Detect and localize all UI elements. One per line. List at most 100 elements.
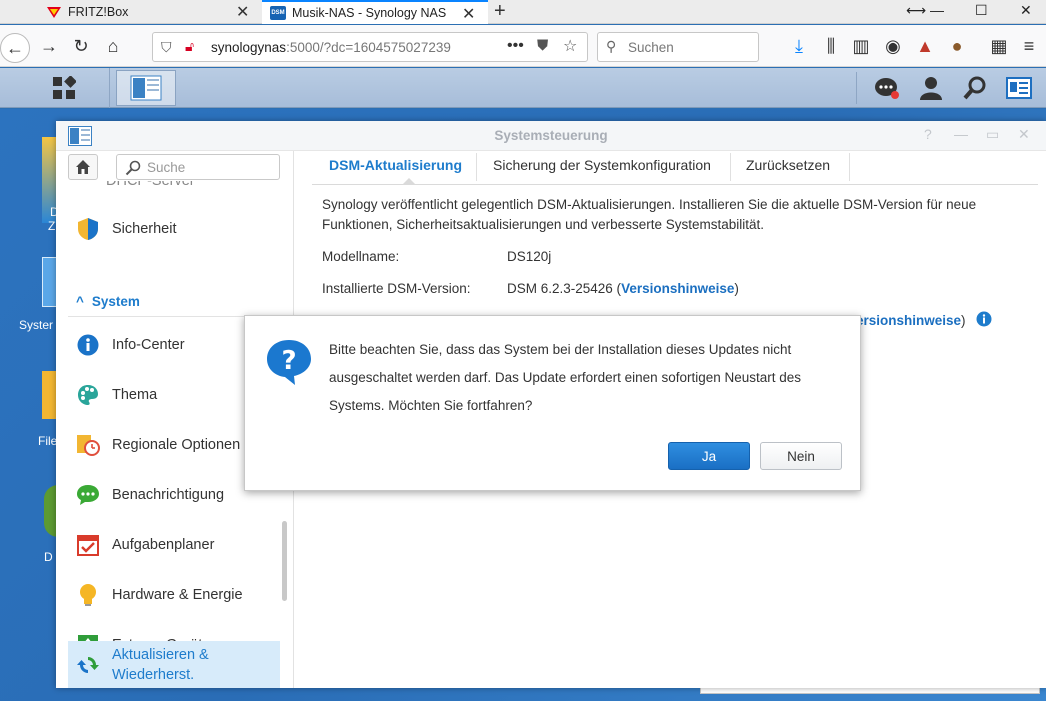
sidebar-scrollbar[interactable]: [282, 521, 287, 601]
browser-tab-fritzbox[interactable]: FRITZ!Box ✕: [36, 0, 260, 24]
taskbar-control-panel[interactable]: [116, 70, 176, 106]
dsm-favicon-icon: DSM: [270, 6, 286, 20]
insecure-lock-icon[interactable]: 🔓︎: [185, 38, 194, 55]
tab-sicherung[interactable]: Sicherung der Systemkonfiguration: [493, 157, 711, 173]
sidebar-item-label: Sicherheit: [112, 221, 177, 237]
widgets-icon[interactable]: [1004, 74, 1034, 102]
grid-icon: [52, 76, 76, 99]
cookie-extension-icon[interactable]: ●: [944, 33, 970, 59]
home-icon[interactable]: ⌂: [100, 33, 126, 59]
menu-icon[interactable]: ≡: [1016, 33, 1042, 59]
url-path: :5000/?dc=1604575027239: [286, 40, 451, 55]
shield-icon: [76, 217, 100, 241]
control-panel-icon: [130, 75, 162, 101]
desktop-label: D: [44, 550, 53, 564]
search-placeholder: Suche: [147, 160, 186, 175]
gift-icon[interactable]: ▦: [986, 33, 1012, 59]
search-input[interactable]: ⚲ Suchen: [597, 32, 759, 62]
browser-tab-synology[interactable]: DSM Musik-NAS - Synology NAS ✕: [262, 0, 488, 24]
sidebar-item-label: Hardware & Energie: [112, 587, 243, 603]
regional-clock-icon: [76, 433, 100, 457]
url-host: synologynas: [211, 40, 287, 55]
back-arrow-icon[interactable]: ←: [0, 33, 30, 63]
main-menu-button[interactable]: [18, 68, 110, 108]
sidebar-item-dhcp-partial[interactable]: DHCP-Server: [76, 181, 276, 191]
sidebar-item-aufgabenplaner[interactable]: Aufgabenplaner: [68, 523, 280, 567]
sidebar-group-system[interactable]: ^ System: [76, 294, 140, 309]
lightbulb-icon: [76, 583, 100, 607]
window-titlebar[interactable]: Systemsteuerung ? — ▭ ✕: [56, 121, 1046, 151]
window-title: Systemsteuerung: [494, 128, 608, 143]
installed-version-label: Installierte DSM-Version:: [322, 281, 471, 296]
palette-icon: [76, 383, 100, 407]
available-version-partial: ersionshinweise): [856, 313, 966, 328]
search-icon: ⚲: [606, 38, 617, 54]
url-text[interactable]: synologynas:5000/?dc=1604575027239: [211, 40, 451, 55]
info-icon[interactable]: [976, 311, 992, 330]
notification-chat-icon[interactable]: [872, 74, 902, 102]
sidebar-item-label: Regionale Optionen: [112, 437, 241, 453]
sidebar-item-sicherheit[interactable]: Sicherheit: [68, 207, 280, 251]
chat-bubble-icon: [76, 483, 100, 507]
tab-divider: [730, 153, 731, 181]
release-notes-link[interactable]: Versionshinweise: [621, 281, 734, 296]
svg-text:?: ?: [281, 346, 296, 376]
close-icon[interactable]: ✕: [462, 4, 475, 24]
extension-icon[interactable]: ▲: [912, 33, 938, 59]
search-icon[interactable]: [960, 74, 990, 102]
active-tab-caret: [402, 178, 416, 185]
download-icon[interactable]: ⤓: [786, 33, 812, 59]
url-bar[interactable]: ⛉ 🔓︎ synologynas:5000/?dc=1604575027239 …: [152, 32, 588, 62]
library-icon[interactable]: ⫼: [818, 33, 844, 59]
user-icon[interactable]: [916, 74, 946, 102]
confirm-dialog: ? Bitte beachten Sie, dass das System be…: [244, 315, 861, 491]
sidebar-search-input[interactable]: Suche: [116, 154, 280, 180]
desktop-label: Z: [48, 219, 56, 233]
no-button[interactable]: Nein: [760, 442, 842, 470]
close-window-icon[interactable]: ✕: [1020, 2, 1032, 19]
minimize-icon[interactable]: —: [954, 126, 968, 142]
search-placeholder: Suchen: [628, 40, 674, 55]
sidebar-item-label: DHCP-Server: [106, 181, 195, 189]
yes-button[interactable]: Ja: [668, 442, 750, 470]
sidebar-item-label: Wiederherst.: [112, 667, 195, 683]
home-icon: [76, 160, 90, 174]
home-button[interactable]: [68, 154, 98, 180]
content-tabs: DSM-Aktualisierung Sicherung der Systemk…: [312, 151, 1038, 185]
help-icon[interactable]: ?: [924, 126, 932, 142]
reload-icon[interactable]: ↻: [68, 33, 94, 59]
shield-icon[interactable]: ⛉: [161, 39, 172, 56]
sidebar-icon[interactable]: ▥: [848, 33, 874, 59]
maximize-window-icon[interactable]: ☐: [975, 2, 988, 19]
question-icon: ?: [265, 338, 313, 386]
tab-title: Musik-NAS - Synology NAS: [292, 6, 447, 20]
minimize-window-icon[interactable]: —: [930, 2, 944, 18]
tab-divider: [849, 153, 850, 181]
calendar-check-icon: [76, 533, 100, 557]
sidebar-item-label: Thema: [112, 387, 158, 403]
dialog-message: Bitte beachten Sie, dass das System bei …: [329, 342, 802, 413]
sidebar-item-label: Benachrichtigung: [112, 487, 225, 503]
close-icon[interactable]: ✕: [1018, 126, 1030, 143]
model-name-value: DS120j: [507, 249, 552, 264]
maximize-icon[interactable]: ▭: [986, 126, 999, 143]
forward-arrow-icon[interactable]: →: [36, 33, 62, 59]
new-tab-icon[interactable]: +: [494, 0, 506, 23]
refresh-icon: [76, 653, 100, 677]
more-dots-icon[interactable]: •••: [507, 37, 524, 55]
bookmark-star-icon[interactable]: ☆: [563, 36, 577, 56]
close-icon[interactable]: ✕: [236, 2, 249, 22]
dsm-taskbar: [0, 68, 1046, 108]
sidebar-item-hardware-energie[interactable]: Hardware & Energie: [68, 573, 280, 617]
account-icon[interactable]: ◉: [880, 33, 906, 59]
sidebar-item-aktualisieren[interactable]: Aktualisieren & Wiederherst.: [68, 641, 280, 688]
installed-version-value: DSM 6.2.3-25426 (Versionshinweise): [507, 281, 739, 296]
browser-nav-bar: ← → ↻ ⌂ ⛉ 🔓︎ synologynas:5000/?dc=160457…: [0, 25, 1046, 67]
tab-dsm-aktualisierung[interactable]: DSM-Aktualisierung: [329, 157, 462, 173]
chevron-up-icon: ^: [76, 294, 84, 309]
info-icon: [76, 333, 100, 357]
release-notes-link[interactable]: ersionshinweise: [856, 313, 961, 328]
pocket-icon[interactable]: ⛊: [537, 37, 548, 54]
tab-zuruecksetzen[interactable]: Zurücksetzen: [746, 157, 830, 173]
update-description: Synology veröffentlicht gelegentlich DSM…: [322, 197, 977, 232]
